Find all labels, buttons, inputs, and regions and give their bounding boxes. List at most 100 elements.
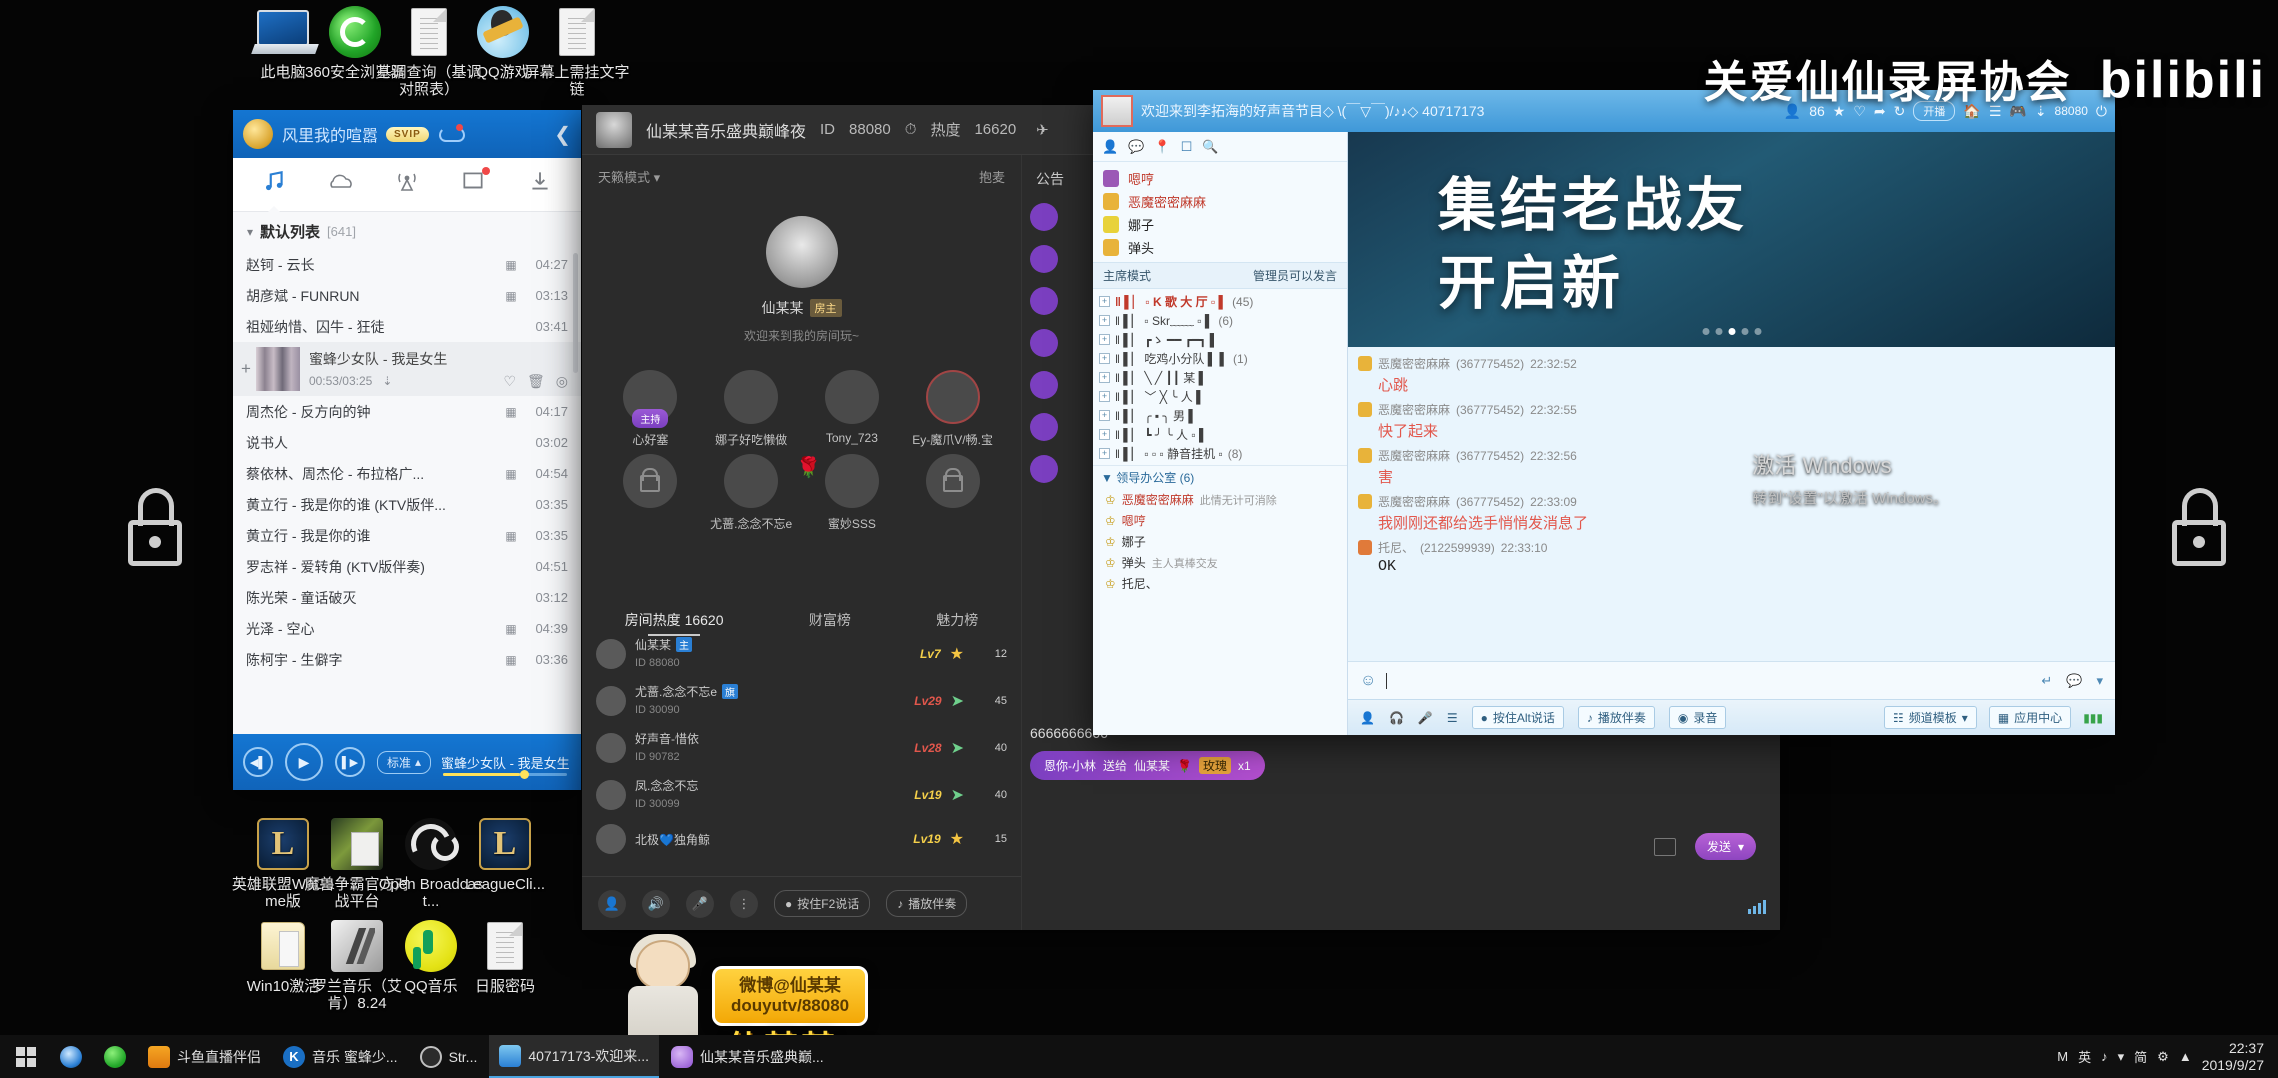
person-icon[interactable]: 👤 <box>1102 139 1118 155</box>
avatar[interactable]: 👤 <box>1360 711 1375 725</box>
avatar[interactable] <box>824 370 879 424</box>
member-row[interactable]: ♔ 弹头 主人真棒交友 <box>1093 552 1347 573</box>
channel-row[interactable]: + ‖ ▌▏ ▫ Skr﹏﹏ ▫ ▌ (6) <box>1093 311 1347 330</box>
playlist-row[interactable]: 赵钶 - 云长 ▦ 04:27 <box>233 249 581 280</box>
image-icon[interactable] <box>1654 838 1676 856</box>
play-icon[interactable]: ▶ <box>285 743 323 781</box>
microphone-icon[interactable]: 🎤 <box>1418 711 1433 725</box>
avatar[interactable] <box>596 779 626 810</box>
channel-toolbar[interactable]: 👤 💬 📍 ☐ 🔍 <box>1093 132 1347 162</box>
plus-icon[interactable]: + <box>241 359 251 379</box>
ime-icon[interactable]: 英 <box>2078 1047 2091 1066</box>
mic-user[interactable]: 嗯哼 <box>1093 167 1347 190</box>
member-row[interactable]: ♔ 娜子 <box>1093 531 1347 552</box>
taskbar-360-browser[interactable] <box>94 1035 136 1078</box>
avatar[interactable] <box>765 216 838 288</box>
tab-music-note[interactable] <box>255 168 293 202</box>
seat[interactable]: Tony_723 <box>802 370 903 448</box>
playlist-row[interactable]: 说书人 03:02 <box>233 427 581 458</box>
channel-row[interactable]: + ‖ ▌▏ ┏ゝ ━━ ┏━┓ ▌ <box>1093 330 1347 349</box>
room-avatar[interactable] <box>596 111 632 148</box>
avatar[interactable] <box>596 732 626 763</box>
rank-row[interactable]: 北极💙独角鲸 Lv19 ★ 15 <box>582 818 1021 860</box>
room-notice-label[interactable]: 公告 <box>1036 169 1064 189</box>
playlist-row[interactable]: 周杰伦 - 反方向的钟 ▦ 04:17 <box>233 396 581 427</box>
windows-start-icon[interactable] <box>4 1035 48 1078</box>
desktop-icon-jp-password[interactable]: 日服密码 <box>450 920 560 995</box>
tray-arrow-icon[interactable]: ▾ <box>2118 1049 2125 1065</box>
emoji-icon[interactable]: ☺ <box>1360 672 1376 690</box>
playlist-row[interactable]: 罗志祥 - 爱转角 (KTV版伴奏) 04:51 <box>233 551 581 582</box>
channel-row[interactable]: + ‖ ▌▏ ┗ ╯ ╰ 人 ▫ ▌ <box>1093 425 1347 444</box>
expand-icon[interactable]: + <box>1099 353 1110 364</box>
gift-icon[interactable] <box>1030 329 1058 357</box>
seat-locked[interactable] <box>600 454 701 532</box>
record-button[interactable]: ◉ 录音 <box>1668 706 1727 729</box>
seat[interactable]: 尤蔷.念念不忘e <box>701 454 802 532</box>
mv-icon[interactable]: ▦ <box>500 653 522 667</box>
heart-icon[interactable]: ♡ <box>503 373 516 390</box>
quality-selector[interactable]: 标准 ▴ <box>377 750 432 774</box>
mic-user[interactable]: 娜子 <box>1093 213 1347 236</box>
chevron-down-icon[interactable]: ▾ <box>2096 673 2103 689</box>
music-note-icon[interactable]: ♪ <box>2101 1049 2108 1064</box>
banner-dots[interactable] <box>1702 328 1761 335</box>
yy-mode-bar[interactable]: 主席模式 管理员可以发言 <box>1093 262 1347 289</box>
channel-row[interactable]: + ‖ ▌▏ ╲ ╱ ┃┃ 某 ▌ <box>1093 368 1347 387</box>
expand-icon[interactable]: + <box>1099 429 1110 440</box>
previous-track-icon[interactable]: ◀▌ <box>243 747 273 777</box>
player-tabs[interactable] <box>233 158 581 212</box>
desktop-icon-league-client[interactable]: LeagueCli... <box>450 818 560 893</box>
tab-cloud[interactable] <box>322 168 360 202</box>
gift-icon[interactable] <box>1030 413 1058 441</box>
channel-row[interactable]: + ‖ ▌▏ ╭ ▪ ╮ 男 ▌ <box>1093 406 1347 425</box>
gift-icon[interactable] <box>1030 287 1058 315</box>
playlist-row[interactable]: 陈光荣 - 童话破灭 03:12 <box>233 582 581 613</box>
expand-icon[interactable]: + <box>1099 372 1110 383</box>
taskbar-button-obs[interactable]: Str... <box>410 1035 488 1078</box>
avatar[interactable]: 主持 <box>623 370 678 428</box>
taskbar-button-yy[interactable]: 40717173-欢迎来... <box>489 1035 659 1078</box>
playlist-row[interactable]: 祖娅纳惜、囚牛 - 狂徒 03:41 <box>233 311 581 342</box>
taskbar-button-douyu[interactable]: 斗鱼直播伴侣 <box>138 1035 271 1078</box>
chevron-left-icon[interactable]: ❮ <box>554 122 571 147</box>
gift-icon[interactable] <box>1030 371 1058 399</box>
expand-icon[interactable]: + <box>1099 334 1110 345</box>
seat-locked[interactable] <box>902 454 1003 532</box>
taskbar-cortana[interactable] <box>50 1035 92 1078</box>
mv-icon[interactable]: ▦ <box>500 529 522 543</box>
app-center-button[interactable]: ▦ 应用中心 <box>1988 706 2072 729</box>
avatar[interactable] <box>1101 95 1133 127</box>
room-toolbar[interactable]: 👤 🔊 🎤 ⋮ ● 按住F2说话 ♪ 播放伴奏 <box>582 876 1021 930</box>
room-chat-input[interactable]: 发送 ▾ <box>1034 810 1768 866</box>
expand-icon[interactable]: + <box>1099 448 1110 459</box>
gift-icon[interactable] <box>1030 455 1058 483</box>
yy-chat-input[interactable]: ☺ ↵ 💬 ▾ <box>1348 661 2115 699</box>
audio-icon[interactable]: 🎧 <box>1389 711 1404 725</box>
screenshot-icon[interactable]: ☐ <box>1181 139 1193 155</box>
avatar[interactable] <box>596 685 626 716</box>
progress-bar[interactable] <box>443 770 567 779</box>
ime-mode-icon[interactable]: 简 <box>2134 1047 2147 1066</box>
playlist-row[interactable]: 黄立行 - 我是你的谁 (KTV版伴... 03:35 <box>233 489 581 520</box>
desktop-icon-screen-text[interactable]: 屏幕上需挂文字链 <box>522 6 632 98</box>
music-player-window[interactable]: 风里我的喧嚣 SVIP ❮ ▾ 默认列表 [641] 赵钶 - 云长 ▦ 04:… <box>233 110 581 790</box>
playlist-row[interactable]: 黄立行 - 我是你的谁 ▦ 03:35 <box>233 520 581 551</box>
avatar[interactable] <box>724 454 779 508</box>
room-host[interactable]: 仙某某 房主 欢迎来到我的房间玩~ <box>582 216 1021 344</box>
mic-user[interactable]: 弹头 <box>1093 236 1347 259</box>
gear-icon[interactable]: ⚙ <box>2157 1049 2169 1065</box>
play-accompany-button[interactable]: ♪ 播放伴奏 <box>1577 706 1655 729</box>
rank-row[interactable]: 凤.念念不忘 ID 30099 Lv19 ➤ 40 <box>582 771 1021 818</box>
member-row[interactable]: ♔ 嗯哼 <box>1093 510 1347 531</box>
system-tray[interactable]: M 英 ♪ ▾ 简 ⚙ ▲ 22:37 2019/9/27 <box>2057 1040 2274 1074</box>
cloud-icon[interactable] <box>438 124 465 142</box>
channel-row[interactable]: + ‖ ▌▏ ﹀ ╳ ╰ 人 ▌ <box>1093 387 1347 406</box>
playlist-row[interactable]: 胡彦斌 - FUNRUN ▦ 03:13 <box>233 280 581 311</box>
yy-client-window[interactable]: 欢迎来到李拓海的好声音节目◇ \(￣▽￣)/♪♪◇ 40717173 👤 86 … <box>1093 90 2115 735</box>
send-button[interactable]: 发送 ▾ <box>1694 833 1756 860</box>
rank-row[interactable]: 尤蔷.念念不忘e 旗 ID 30090 Lv29 ➤ 45 <box>582 677 1021 724</box>
channel-row[interactable]: + ‖ ▌▏ 吃鸡小分队 ▌ ▌ (1) <box>1093 349 1347 368</box>
chevron-up-icon[interactable]: ▲ <box>2179 1049 2192 1064</box>
plane-icon[interactable]: ✈ <box>1036 121 1049 139</box>
